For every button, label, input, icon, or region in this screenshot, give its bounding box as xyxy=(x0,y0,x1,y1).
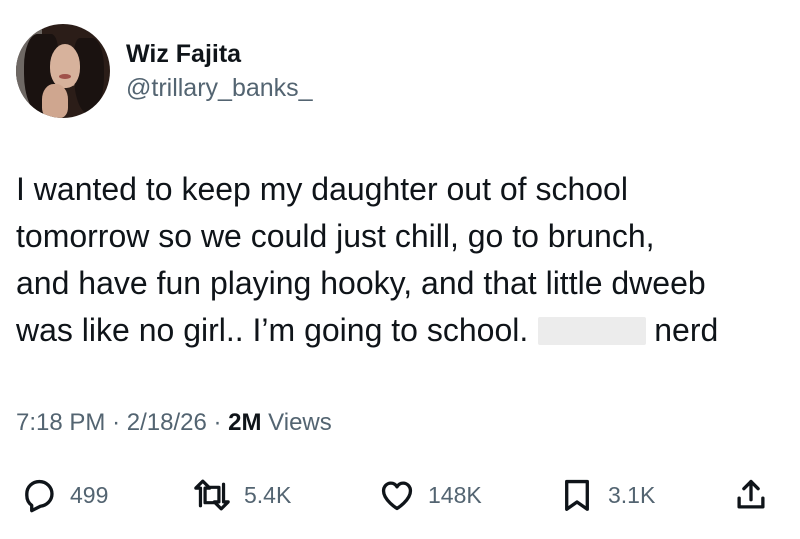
author-display-name[interactable]: Wiz Fajita xyxy=(126,40,241,68)
meta-separator: · xyxy=(112,409,121,436)
share-button[interactable] xyxy=(732,470,770,520)
tweet-text-line: tomorrow so we could just chill, go to b… xyxy=(16,218,655,254)
reply-icon xyxy=(25,479,54,513)
tweet-text-line: I wanted to keep my daughter out of scho… xyxy=(16,171,628,207)
avatar-hand xyxy=(42,84,68,118)
tweet-time[interactable]: 7:18 PM xyxy=(16,409,105,436)
tweet-text-last-word: nerd xyxy=(654,312,719,348)
avatar-lips xyxy=(59,74,71,79)
tweet-text-segment: was like no girl.. I’m going to school. xyxy=(16,312,529,348)
tweet-actions-bar: 499 5.4K 148K 3.1K xyxy=(0,470,800,520)
views-label: Views xyxy=(268,409,332,436)
tweet-date[interactable]: 2/18/26 xyxy=(127,409,207,436)
repost-icon xyxy=(194,479,230,511)
avatar-face xyxy=(50,44,80,88)
views-count: 2M xyxy=(228,409,262,436)
repost-count: 5.4K xyxy=(244,482,292,508)
share-icon xyxy=(737,479,765,509)
tweet-text: I wanted to keep my daughter out of scho… xyxy=(16,166,786,354)
like-count: 148K xyxy=(428,482,482,508)
reply-button[interactable]: 499 xyxy=(20,470,108,520)
bookmark-count: 3.1K xyxy=(608,482,656,508)
redacted-block xyxy=(538,317,647,345)
like-icon xyxy=(381,481,413,511)
avatar[interactable] xyxy=(16,24,110,118)
reply-count: 499 xyxy=(70,482,109,508)
meta-separator: · xyxy=(213,409,222,436)
like-button[interactable]: 148K xyxy=(378,470,482,520)
bookmark-icon xyxy=(565,479,589,511)
tweet-text-line: and have fun playing hooky, and that lit… xyxy=(16,265,706,301)
repost-button[interactable]: 5.4K xyxy=(192,470,291,520)
tweet-metadata: 7:18 PM · 2/18/26 · 2M Views xyxy=(16,408,332,438)
bookmark-button[interactable]: 3.1K xyxy=(558,470,655,520)
author-handle[interactable]: @trillary_banks_ xyxy=(126,74,313,102)
tweet-text-line-last: was like no girl.. I’m going to school. n… xyxy=(16,307,786,354)
